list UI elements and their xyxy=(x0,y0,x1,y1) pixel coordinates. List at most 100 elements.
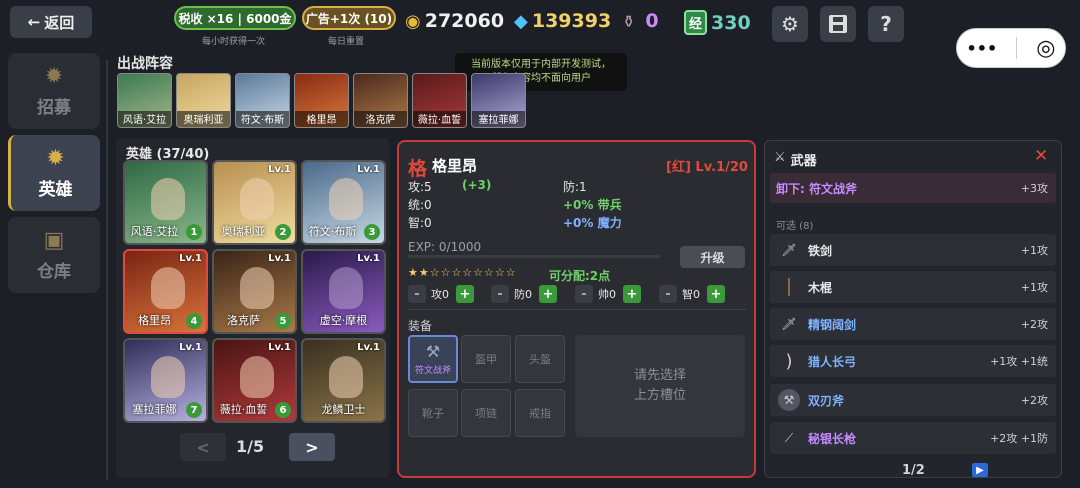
sidebar-divider xyxy=(106,60,108,480)
decrease-command-button[interactable]: - xyxy=(575,285,593,303)
back-button[interactable]: ← 返回 xyxy=(10,6,92,38)
chest-icon: ▣ xyxy=(43,228,65,253)
hero-card[interactable]: Lv.1 符文·布斯 3 xyxy=(301,160,386,245)
team-member[interactable]: 奥瑞利亚 xyxy=(176,73,231,128)
hero-portrait xyxy=(151,267,185,309)
team-member[interactable]: 塞拉菲娜 xyxy=(471,73,526,128)
exp-counter: 经 330 xyxy=(684,10,751,35)
weapon-next-page-button[interactable]: ▶ xyxy=(972,463,988,477)
increase-attack-button[interactable]: + xyxy=(456,285,474,303)
stat-intellect-bonus: +0% 魔力 xyxy=(563,216,622,230)
decrease-defense-button[interactable]: - xyxy=(491,285,509,303)
hero-portrait xyxy=(329,267,363,309)
more-menu-button[interactable]: ••• xyxy=(967,39,998,58)
increase-intellect-button[interactable]: + xyxy=(707,285,725,303)
help-button[interactable]: ? xyxy=(868,6,904,42)
weapon-item[interactable]: 🗡 铁剑 +1攻 xyxy=(770,234,1056,266)
slot-weapon[interactable]: ⚒ 符文战斧 xyxy=(408,335,458,383)
potion-icon: ⚱ xyxy=(622,11,636,31)
hero-prev-page-button[interactable]: < xyxy=(180,433,226,461)
gold-counter: ◉ 272060 xyxy=(405,10,505,32)
slot-helmet[interactable]: 头盔 xyxy=(515,335,565,383)
decrease-intellect-button[interactable]: - xyxy=(659,285,677,303)
alloc-intellect: - 智0 + xyxy=(659,285,725,303)
slot-hint-box: 请先选择 上方槽位 xyxy=(575,335,745,437)
hero-card[interactable]: Lv.1 龙鳞卫士 xyxy=(301,338,386,423)
hero-card[interactable]: 风语·艾拉 1 xyxy=(123,160,208,245)
hero-portrait xyxy=(151,178,185,220)
available-count: 可选 (8) xyxy=(776,221,814,232)
hero-card-selected[interactable]: Lv.1 格里昂 4 xyxy=(123,249,208,334)
hero-card[interactable]: Lv.1 塞拉菲娜 7 xyxy=(123,338,208,423)
available-points: 可分配:2点 xyxy=(549,269,611,283)
team-member[interactable]: 洛克萨 xyxy=(353,73,408,128)
team-member[interactable]: 风语·艾拉 xyxy=(117,73,172,128)
hero-next-page-button[interactable]: > xyxy=(289,433,335,461)
close-mini-program-button[interactable]: ◎ xyxy=(1036,36,1055,61)
hero-card[interactable]: Lv.1 洛克萨 5 xyxy=(212,249,297,334)
hero-portrait xyxy=(240,178,274,220)
weapon-item[interactable]: ⚒ 双刃斧 +2攻 xyxy=(770,384,1056,416)
bow-icon: ) xyxy=(785,350,793,372)
gear-icon: ⚙ xyxy=(781,12,799,36)
arrow-left-icon: ← xyxy=(27,13,41,31)
rarity-badge: 格 xyxy=(408,158,428,180)
weapon-item[interactable]: 🗡 精钢阔剑 +2攻 xyxy=(770,308,1056,340)
weapon-item[interactable]: ) 猎人长弓 +1攻 +1统 xyxy=(770,345,1056,377)
exp-text: EXP: 0/1000 xyxy=(408,240,482,254)
slot-armor[interactable]: 盔甲 xyxy=(461,335,511,383)
team-member[interactable]: 薇拉·血誓 xyxy=(412,73,467,128)
staff-icon xyxy=(778,276,800,298)
hero-card[interactable]: Lv.1 奥瑞利亚 2 xyxy=(212,160,297,245)
alloc-defense: - 防0 + xyxy=(491,285,557,303)
close-icon[interactable]: ✕ xyxy=(1034,146,1048,166)
hero-level: [红] Lv.1/20 xyxy=(666,160,748,175)
diamond-counter: ◆ 139393 xyxy=(514,10,612,32)
team-member[interactable]: 符文·布斯 xyxy=(235,73,290,128)
emblem-icon: ✹ xyxy=(46,146,65,171)
ad-subtitle: 每日重置 xyxy=(328,37,365,47)
save-button[interactable] xyxy=(820,6,856,42)
weapon-page-indicator: 1/2 xyxy=(902,463,925,478)
gold-coins-icon: ◉ xyxy=(405,10,421,32)
alloc-attack: - 攻0 + xyxy=(408,285,474,303)
broadsword-icon: 🗡 xyxy=(781,317,797,331)
unequip-row[interactable]: 卸下: 符文战斧 +3攻 xyxy=(770,173,1056,203)
diamond-icon: ◆ xyxy=(514,10,528,32)
hero-portrait xyxy=(151,356,185,398)
hero-page-indicator: 1/5 xyxy=(236,437,265,456)
tax-subtitle: 每小时获得一次 xyxy=(202,37,266,47)
hero-name: 格里昂 xyxy=(432,157,478,175)
hero-card[interactable]: Lv.1 虚空·摩根 xyxy=(301,249,386,334)
slot-ring[interactable]: 戒指 xyxy=(515,389,565,437)
potion-counter: ⚱ 0 xyxy=(622,10,659,32)
increase-defense-button[interactable]: + xyxy=(539,285,557,303)
ad-bonus-button[interactable]: 广告+1次 (10) xyxy=(302,6,396,30)
nav-warehouse[interactable]: ▣ 仓库 xyxy=(8,217,100,293)
slot-boots[interactable]: 靴子 xyxy=(408,389,458,437)
stat-intellect: 智:0 xyxy=(408,216,432,230)
hero-portrait xyxy=(240,356,274,398)
decrease-attack-button[interactable]: - xyxy=(408,285,426,303)
weapon-item[interactable]: 木棍 +1攻 xyxy=(770,271,1056,303)
exp-bar xyxy=(408,255,660,258)
nav-heroes[interactable]: ✹ 英雄 xyxy=(8,135,100,211)
hero-card[interactable]: Lv.1 薇拉·血誓 6 xyxy=(212,338,297,423)
save-icon xyxy=(829,15,847,33)
increase-command-button[interactable]: + xyxy=(623,285,641,303)
crossed-swords-icon: ⚔ xyxy=(774,150,786,165)
slot-necklace[interactable]: 项链 xyxy=(461,389,511,437)
tax-collect-button[interactable]: 税收 ×16 | 6000金 xyxy=(174,6,296,30)
settings-button[interactable]: ⚙ xyxy=(772,6,808,42)
emblem-icon: ✹ xyxy=(44,64,64,89)
star-rating: ★★☆☆☆☆☆☆☆☆ xyxy=(408,266,517,279)
nav-recruit[interactable]: ✹ 招募 xyxy=(8,53,100,129)
equip-divider xyxy=(408,309,746,310)
stat-defense: 防:1 xyxy=(563,180,587,194)
weapon-panel-title: ⚔ 武器 xyxy=(774,150,817,169)
stat-attack: 攻:5 xyxy=(408,180,432,194)
weapon-item[interactable]: ⟋ 秘银长枪 +2攻 +1防 xyxy=(770,422,1056,454)
team-member[interactable]: 格里昂 xyxy=(294,73,349,128)
upgrade-button[interactable]: 升级 xyxy=(680,246,745,268)
hero-portrait xyxy=(329,178,363,220)
